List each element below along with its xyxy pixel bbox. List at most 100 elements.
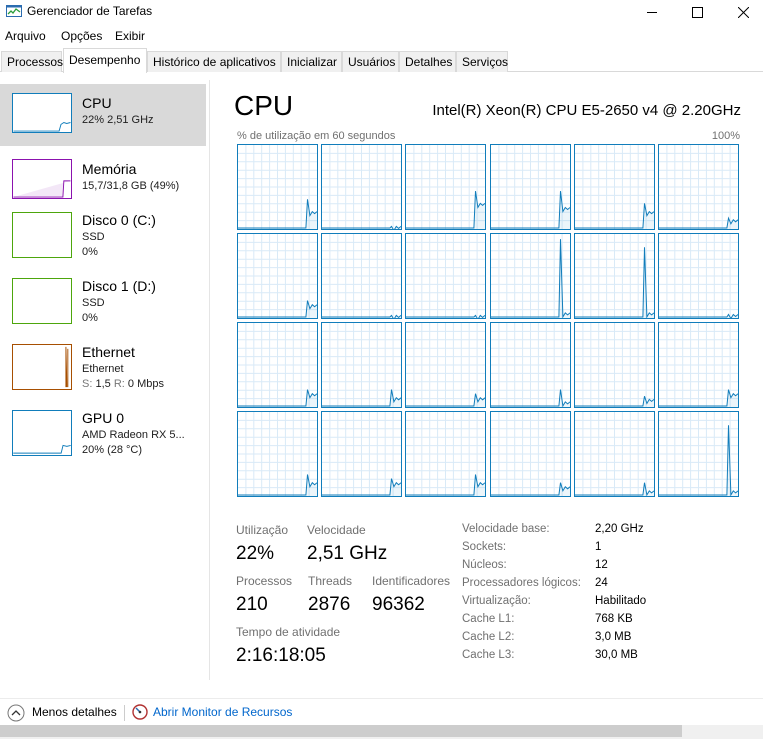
- disk1-thumbnail: [12, 278, 72, 324]
- core-graph-plot: [322, 323, 402, 407]
- ethernet-send-value: 1,5: [95, 378, 111, 390]
- sidebar-item-memory[interactable]: Memória 15,7/31,8 GB (49%): [0, 150, 206, 212]
- core-graph-plot: [659, 145, 739, 229]
- sidebar-gpu-name: GPU 0: [82, 410, 125, 426]
- detail-value-virtualization: Habilitado: [595, 595, 647, 607]
- ethernet-recv-label: R:: [113, 378, 125, 390]
- menu-bar: Arquivo Opções Exibir: [0, 26, 763, 46]
- minimize-button[interactable]: [629, 0, 675, 24]
- cpu-core-graph: [658, 144, 739, 230]
- resource-sidebar: CPU 22% 2,51 GHz Memória 15,7/31,8 GB (4…: [0, 80, 210, 680]
- cpu-thumbnail: [12, 93, 72, 133]
- sidebar-disk0-usage: 0%: [82, 246, 98, 258]
- detail-value-base-speed: 2,20 GHz: [595, 523, 644, 535]
- processes-value: 210: [236, 594, 268, 615]
- footer-bar: Menos detalhes Abrir Monitor de Recursos: [0, 698, 763, 724]
- sidebar-memory-usage: 15,7/31,8 GB (49%): [82, 180, 180, 192]
- detail-value-cache-l3: 30,0 MB: [595, 649, 638, 661]
- open-resource-monitor-link[interactable]: Abrir Monitor de Recursos: [153, 705, 292, 719]
- cpu-model: Intel(R) Xeon(R) CPU E5-2650 v4 @ 2.20GH…: [432, 102, 741, 119]
- fewer-details-button[interactable]: Menos detalhes: [32, 705, 117, 719]
- speed-value: 2,51 GHz: [307, 543, 388, 564]
- graph-caption: % de utilização em 60 segundos: [237, 130, 396, 142]
- sidebar-ethernet-name: Ethernet: [82, 344, 135, 360]
- cpu-core-graph: [405, 322, 487, 408]
- sidebar-item-gpu[interactable]: GPU 0 AMD Radeon RX 5... 20% (28 °C): [0, 410, 206, 472]
- window-title: Gerenciador de Tarefas: [27, 4, 153, 18]
- cpu-core-graph: [321, 411, 403, 497]
- detail-key-virtualization: Virtualização:: [462, 595, 531, 607]
- core-graph-plot: [238, 412, 318, 496]
- core-graph-plot: [406, 234, 486, 321]
- resource-monitor-icon: [132, 704, 148, 720]
- tab-usuarios[interactable]: Usuários: [342, 51, 399, 72]
- core-graph-plot: [490, 145, 570, 229]
- utilization-value: 22%: [236, 543, 275, 564]
- speed-label: Velocidade: [307, 523, 366, 537]
- cpu-core-graph: [405, 411, 487, 497]
- cpu-core-graph: [237, 322, 318, 408]
- cpu-core-graph: [489, 322, 571, 408]
- cpu-core-graph: [658, 233, 739, 320]
- detail-key-cache-l3: Cache L3:: [462, 649, 515, 661]
- graph-max-label: 100%: [711, 130, 740, 142]
- detail-key-base-speed: Velocidade base:: [462, 523, 550, 535]
- sidebar-ethernet-adapter: Ethernet: [82, 363, 124, 375]
- sidebar-gpu-model: AMD Radeon RX 5...: [82, 429, 185, 441]
- tab-inicializar[interactable]: Inicializar: [281, 51, 342, 72]
- core-graph-plot: [574, 234, 655, 319]
- cpu-core-graph: [237, 411, 318, 497]
- sidebar-disk0-type: SSD: [82, 231, 105, 243]
- handles-label: Identificadores: [372, 574, 451, 588]
- maximize-button[interactable]: [674, 0, 720, 24]
- cpu-core-graph: [321, 144, 403, 232]
- detail-key-cache-l1: Cache L1:: [462, 613, 515, 625]
- core-graph-plot: [322, 145, 402, 232]
- sidebar-ethernet-throughput: S: 1,5 R: 0 Mbps: [82, 378, 164, 390]
- close-icon: [737, 6, 749, 18]
- core-graph-plot: [406, 323, 486, 407]
- sidebar-item-ethernet[interactable]: Ethernet Ethernet S: 1,5 R: 0 Mbps: [0, 344, 206, 406]
- ethernet-send-label: S:: [82, 378, 93, 390]
- tab-detalhes[interactable]: Detalhes: [399, 51, 456, 72]
- core-graph-plot: [238, 323, 318, 407]
- cpu-core-graph: [573, 322, 655, 408]
- sidebar-disk0-name: Disco 0 (C:): [82, 212, 156, 228]
- detail-value-sockets: 1: [595, 541, 602, 553]
- cpu-core-graph: [573, 233, 655, 319]
- horizontal-scrollbar[interactable]: [0, 725, 763, 739]
- ethernet-thumbnail: [12, 344, 72, 390]
- cpu-core-graph: [489, 411, 571, 497]
- menu-exibir[interactable]: Exibir: [115, 29, 145, 43]
- cpu-core-graph: [405, 233, 487, 321]
- menu-arquivo[interactable]: Arquivo: [5, 29, 46, 43]
- task-manager-icon: [6, 5, 22, 17]
- tab-desempenho[interactable]: Desempenho: [63, 48, 147, 73]
- menu-opcoes[interactable]: Opções: [61, 29, 102, 43]
- detail-key-cores: Núcleos:: [462, 559, 507, 571]
- detail-value-cores: 12: [595, 559, 608, 571]
- core-graph-plot: [574, 145, 655, 229]
- ethernet-recv-value: 0 Mbps: [127, 378, 164, 390]
- sidebar-item-cpu[interactable]: CPU 22% 2,51 GHz: [0, 84, 206, 146]
- detail-key-logical-processors: Processadores lógicos:: [462, 577, 581, 589]
- collapse-chevron-icon[interactable]: [7, 704, 25, 722]
- sidebar-item-disk1[interactable]: Disco 1 (D:) SSD 0%: [0, 278, 206, 340]
- sidebar-item-disk0[interactable]: Disco 0 (C:) SSD 0%: [0, 212, 206, 274]
- core-graph-plot: [490, 412, 570, 496]
- close-button[interactable]: [720, 0, 763, 24]
- scrollbar-thumb[interactable]: [0, 725, 682, 737]
- cpu-core-graph: [405, 144, 487, 230]
- tab-processos[interactable]: Processos: [1, 51, 63, 72]
- uptime-value: 2:16:18:05: [236, 645, 326, 666]
- cpu-core-graph: [573, 144, 655, 230]
- tab-historico[interactable]: Histórico de aplicativos: [147, 51, 281, 72]
- utilization-label: Utilização: [236, 523, 289, 537]
- minimize-icon: [646, 11, 657, 13]
- cpu-core-graph: [658, 322, 739, 408]
- cpu-core-graph: [321, 322, 403, 408]
- core-graph-plot: [490, 323, 570, 408]
- tab-servicos[interactable]: Serviços: [456, 51, 508, 72]
- sidebar-disk1-name: Disco 1 (D:): [82, 278, 156, 294]
- handles-value: 96362: [372, 594, 425, 615]
